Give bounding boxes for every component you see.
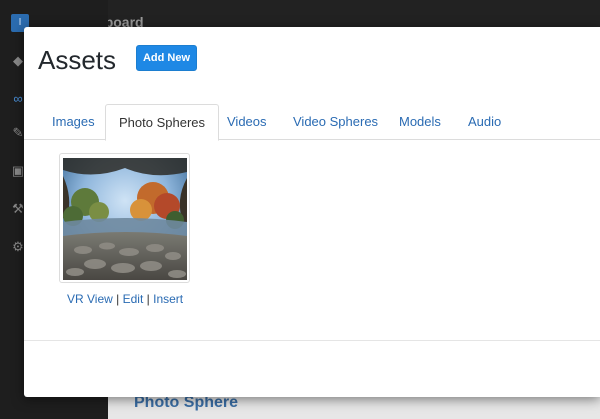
modal-footer-divider: [24, 340, 600, 341]
modal-title: Assets: [38, 45, 117, 75]
tab-videos[interactable]: Videos: [214, 104, 280, 140]
separator: |: [116, 292, 120, 306]
asset-actions: VR View | Edit | Insert: [67, 292, 183, 306]
photo-sphere-card[interactable]: [59, 153, 190, 283]
add-new-button[interactable]: Add New: [136, 45, 197, 71]
tab-audio[interactable]: Audio: [455, 104, 514, 140]
assets-modal: Assets Add New Images Photo Spheres Vide…: [24, 27, 600, 397]
vr-view-link[interactable]: VR View: [67, 292, 113, 306]
edit-link[interactable]: Edit: [123, 292, 144, 306]
separator: |: [146, 292, 150, 306]
tab-photo-spheres[interactable]: Photo Spheres: [105, 104, 220, 141]
insert-link[interactable]: Insert: [153, 292, 183, 306]
photo-sphere-thumbnail[interactable]: [63, 158, 187, 280]
asset-tabs: Images Photo Spheres Videos Video Sphere…: [24, 104, 600, 141]
tab-images[interactable]: Images: [39, 104, 108, 140]
tab-models[interactable]: Models: [386, 104, 454, 140]
tab-video-spheres[interactable]: Video Spheres: [280, 104, 391, 140]
